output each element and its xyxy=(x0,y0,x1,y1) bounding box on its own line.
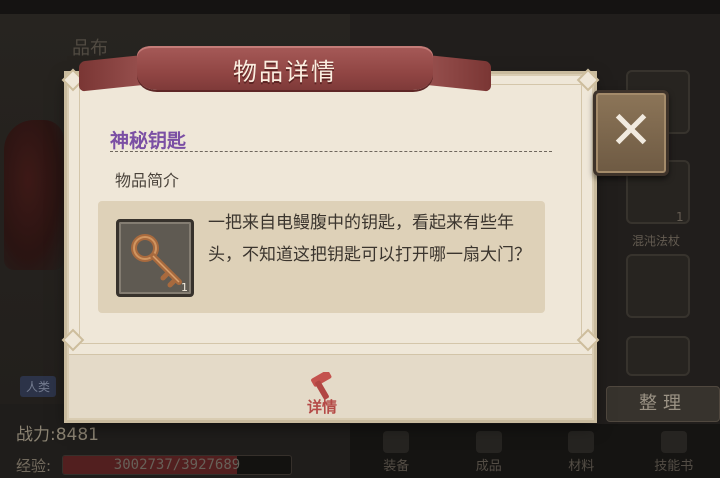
dialog-title: 物品详情 xyxy=(233,58,337,86)
item-count: 1 xyxy=(181,281,188,294)
close-button[interactable]: ✕ xyxy=(593,90,669,176)
section-title: 物品简介 xyxy=(115,171,180,190)
item-description: 一把来自电鳗腹中的钥匙，看起来有些年头，不知道这把钥匙可以打开哪一扇大门？ xyxy=(208,213,531,265)
bronze-key-icon: 1 xyxy=(116,219,194,297)
item-name: 神秘钥匙 xyxy=(110,130,187,152)
title-ribbon: 物品详情 xyxy=(79,40,491,94)
detail-button[interactable]: 详情 xyxy=(292,372,352,420)
divider xyxy=(110,151,552,152)
close-icon: ✕ xyxy=(609,101,653,161)
detail-button-label: 详情 xyxy=(306,398,337,416)
